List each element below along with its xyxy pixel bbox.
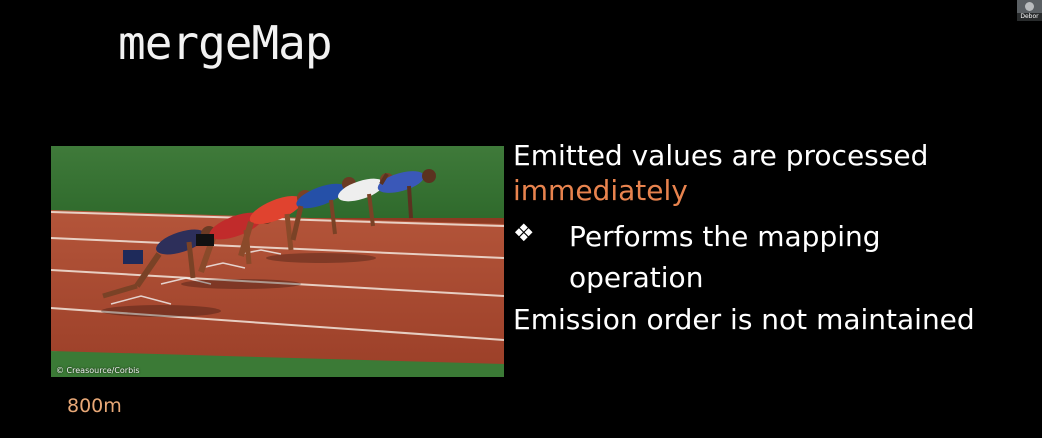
bullet-line-1-accent: immediately xyxy=(513,174,688,207)
sub-bullet: ❖ Performs the mapping operation xyxy=(513,216,1033,298)
sub-bullet-text: Performs the mapping operation xyxy=(569,216,881,298)
diamond-bullet-icon: ❖ xyxy=(513,219,535,247)
bullet-line-1: Emitted values are processed xyxy=(513,139,929,172)
participant-video-tile[interactable]: Debor xyxy=(1017,0,1042,21)
avatar xyxy=(1025,2,1034,11)
sub-bullet-line-1: Performs the mapping xyxy=(569,220,881,253)
sub-bullet-line-2: operation xyxy=(569,261,704,294)
participant-name: Debor xyxy=(1017,13,1042,21)
photo-credit: © Creasource/Corbis xyxy=(56,366,140,375)
bullet-line-last: Emission order is not maintained xyxy=(513,303,975,336)
bullet-list: Emitted values are processed immediately… xyxy=(513,138,1033,337)
sprinters-photo: © Creasource/Corbis xyxy=(51,146,504,377)
slide-title: mergeMap xyxy=(118,16,333,70)
photo-caption: 800m xyxy=(67,395,122,417)
